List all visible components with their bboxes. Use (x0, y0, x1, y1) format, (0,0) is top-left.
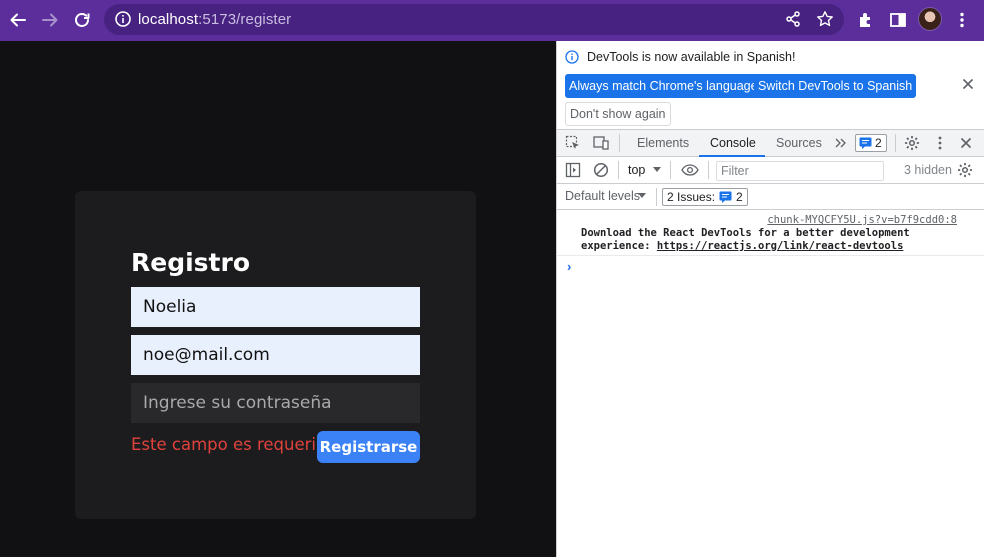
side-panel-icon[interactable] (887, 9, 909, 31)
tab-console[interactable]: Console (710, 136, 756, 150)
reload-icon[interactable] (70, 8, 94, 32)
devtools-tabbar: Elements Console Sources 2 (557, 129, 984, 157)
filter-input[interactable]: Filter (716, 161, 884, 181)
toolbar-divider (708, 161, 709, 179)
dont-show-again-button[interactable]: Don't show again (565, 102, 671, 126)
toolbar-divider (618, 161, 619, 179)
register-card: Registro Este campo es requerido Registr… (75, 191, 476, 519)
eye-icon[interactable] (681, 161, 699, 179)
error-message: Este campo es requerido (131, 435, 337, 454)
address-bar[interactable]: localhost:5173/register (104, 4, 844, 35)
tab-sources[interactable]: Sources (776, 136, 822, 150)
password-input[interactable] (131, 383, 420, 423)
email-input[interactable] (131, 335, 420, 375)
context-selector[interactable]: top (628, 163, 645, 177)
devtools-panel: DevTools is now available in Spanish! Al… (556, 41, 984, 557)
chat-icon (859, 137, 872, 149)
toolbar-divider (895, 134, 896, 152)
message-source-link[interactable]: chunk-MYQCFY5U.js?v=b7f9cdd0:8 (767, 214, 957, 226)
browser-toolbar: localhost:5173/register (0, 0, 984, 41)
console-prompt[interactable]: › (567, 259, 571, 274)
chevron-down-icon (638, 193, 646, 198)
share-icon[interactable] (784, 10, 802, 28)
close-icon[interactable] (957, 134, 975, 152)
issues-button[interactable]: 2 Issues: 2 (662, 188, 748, 206)
issues-badge[interactable]: 2 (855, 134, 887, 152)
extensions-icon[interactable] (855, 9, 877, 31)
clear-console-icon[interactable] (592, 161, 610, 179)
message-prefix: experience: (581, 240, 657, 252)
react-devtools-link[interactable]: https://reactjs.org/link/react-devtools (657, 240, 904, 252)
settings-gear-icon[interactable] (903, 134, 921, 152)
default-levels-dropdown[interactable]: Default levels (565, 189, 640, 203)
toolbar-divider (619, 134, 620, 152)
issues-badge-count: 2 (875, 136, 882, 150)
more-options-kebab-icon[interactable] (931, 134, 949, 152)
match-language-button[interactable]: Always match Chrome's language (565, 74, 762, 98)
levels-toolbar: Default levels 2 Issues: 2 (557, 184, 984, 210)
forward-arrow-icon[interactable] (38, 8, 62, 32)
form-title: Registro (131, 248, 251, 277)
info-icon[interactable] (114, 10, 132, 28)
settings-gear-icon[interactable] (956, 161, 974, 179)
star-icon[interactable] (816, 10, 834, 28)
back-arrow-icon[interactable] (6, 8, 30, 32)
tab-elements[interactable]: Elements (637, 136, 689, 150)
switch-spanish-button[interactable]: Switch DevTools to Spanish (754, 74, 917, 98)
close-icon[interactable] (961, 77, 975, 91)
menu-kebab-icon[interactable] (951, 9, 973, 31)
toolbar-divider (656, 188, 657, 206)
message-line: experience: https://reactjs.org/link/rea… (581, 240, 910, 253)
name-input[interactable] (131, 287, 420, 327)
hidden-count: 3 hidden (904, 163, 952, 177)
device-toolbar-icon[interactable] (592, 134, 610, 152)
language-banner-text: DevTools is now available in Spanish! (587, 50, 796, 64)
url-text: localhost:5173/register (138, 11, 292, 28)
profile-avatar[interactable] (918, 7, 942, 31)
console-message: chunk-MYQCFY5U.js?v=b7f9cdd0:8 Download … (557, 210, 984, 256)
chevron-down-icon (653, 167, 661, 172)
issues-count: 2 (736, 190, 743, 204)
more-tabs-chevron-icon[interactable] (832, 134, 850, 152)
chat-icon (719, 191, 732, 203)
sidebar-toggle-icon[interactable] (564, 161, 582, 179)
toolbar-divider (670, 161, 671, 179)
console-toolbar: top Filter 3 hidden (557, 157, 984, 184)
message-line: Download the React DevTools for a better… (581, 227, 910, 239)
issues-label: 2 Issues: (667, 190, 716, 204)
info-icon (565, 50, 579, 64)
inspect-icon[interactable] (564, 134, 582, 152)
register-button[interactable]: Registrarse (317, 431, 420, 463)
page-viewport: Registro Este campo es requerido Registr… (0, 41, 556, 557)
message-text: Download the React DevTools for a better… (581, 227, 910, 253)
